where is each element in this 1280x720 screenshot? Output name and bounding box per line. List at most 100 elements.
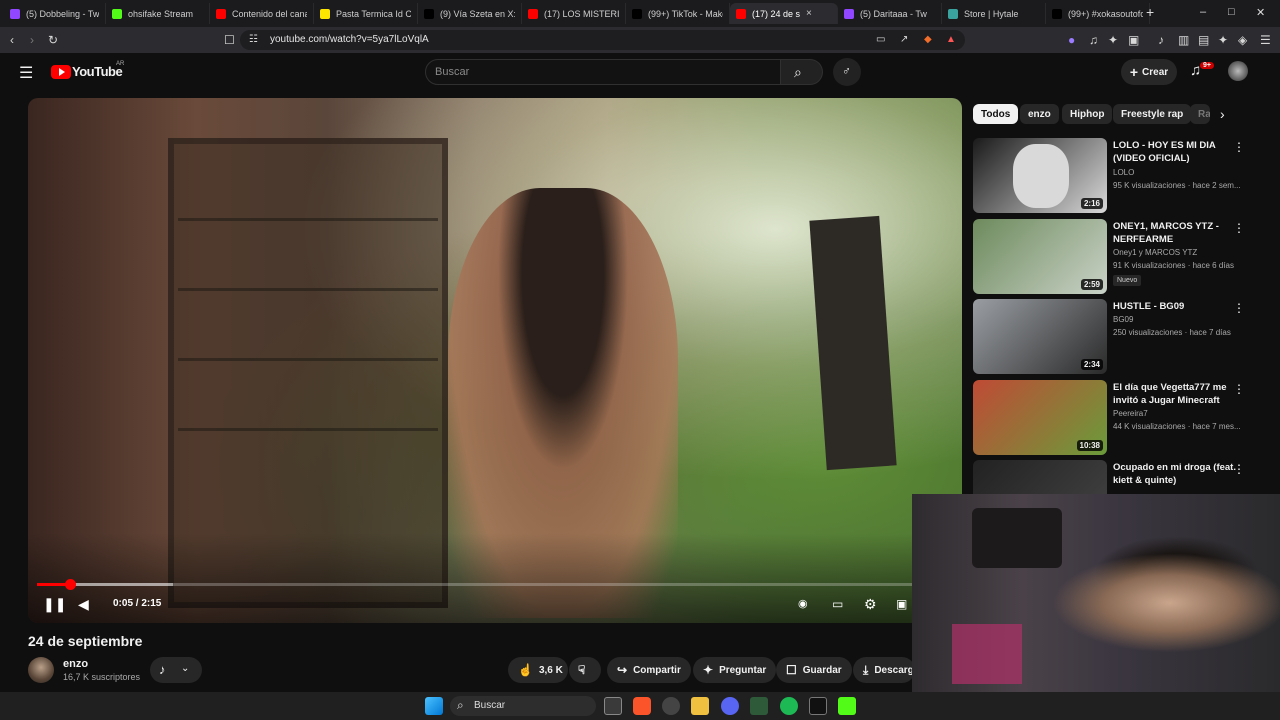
capcut-icon[interactable] <box>809 697 827 715</box>
miniplayer-icon[interactable]: ▣ <box>896 596 907 612</box>
kick-app-icon[interactable] <box>838 697 856 715</box>
browser-tab[interactable]: (17) LOS MISTERIOS <box>522 3 626 24</box>
browser-tab[interactable]: Store | Hytale <box>942 3 1046 24</box>
puzzle-extensions-icon[interactable]: ✦ <box>1108 32 1118 48</box>
browser-tab[interactable]: (9) Vía Szeta en X: <box>418 3 522 24</box>
browser-tab[interactable]: Contenido del canal <box>210 3 314 24</box>
list-item[interactable]: Ocupado en mi droga (feat. kiett & quint… <box>973 460 1263 494</box>
recommendation-title[interactable]: LOLO - HOY ES MI DIA (VIDEO OFICIAL) <box>1113 139 1241 165</box>
recommendation-title[interactable]: El día que Vegetta777 me invitó a Jugar … <box>1113 381 1241 407</box>
vpn-icon[interactable]: ◈ <box>1238 32 1247 48</box>
recommendation-channel[interactable]: LOLO <box>1113 168 1134 177</box>
maximize-icon[interactable]: □ <box>1228 6 1235 18</box>
more-options-icon[interactable]: ⋮ <box>1233 221 1245 235</box>
browser-tab[interactable]: (17) 24 de s × <box>730 3 838 24</box>
sidebar-icon[interactable]: ▥ <box>1178 32 1189 48</box>
reload-icon[interactable]: ↻ <box>48 32 58 48</box>
settings-gear-icon[interactable]: ⚙ <box>864 596 877 612</box>
download-button[interactable]: ⤓ Descarg <box>853 657 915 683</box>
leo-ai-icon[interactable]: ● <box>1068 32 1075 48</box>
extension-icon[interactable]: ♫ <box>1089 32 1098 48</box>
ask-button[interactable]: ✦ Preguntar <box>693 657 777 683</box>
spotify-icon[interactable] <box>780 697 798 715</box>
chip-todos[interactable]: Todos <box>973 104 1019 124</box>
list-item[interactable]: 2:16 LOLO - HOY ES MI DIA (VIDEO OFICIAL… <box>973 138 1263 213</box>
chip-freestyle-rap[interactable]: Freestyle rap <box>1113 104 1192 124</box>
close-tab-icon[interactable]: × <box>806 8 812 19</box>
video-thumbnail[interactable] <box>973 460 1107 494</box>
file-explorer-icon[interactable] <box>691 697 709 715</box>
bookmark-icon[interactable]: ☐ <box>224 32 235 48</box>
ai-icon[interactable]: ✦ <box>1218 32 1228 48</box>
media-icon[interactable]: ♪ <box>1158 32 1164 48</box>
video-thumbnail[interactable]: 2:16 <box>973 138 1107 213</box>
chip-enzo[interactable]: enzo <box>1020 104 1059 124</box>
list-item[interactable]: 2:59 ONEY1, MARCOS YTZ - NERFEARME Oney1… <box>973 219 1263 294</box>
search-input[interactable]: Buscar <box>425 59 781 85</box>
channel-name[interactable]: enzo <box>63 658 88 670</box>
like-button[interactable]: ☝ 3,6 K <box>508 657 568 683</box>
more-options-icon[interactable]: ⋮ <box>1233 382 1245 396</box>
recommendation-title[interactable]: HUSTLE - BG09 <box>1113 300 1241 313</box>
taskbar-search-box[interactable]: ⌕ Buscar <box>450 696 596 716</box>
subtitles-icon[interactable]: ▭ <box>832 596 843 612</box>
channel-avatar[interactable] <box>28 657 54 683</box>
voice-search-button[interactable]: ♂ <box>833 58 861 86</box>
minimize-icon[interactable]: – <box>1200 6 1206 18</box>
recommendation-channel[interactable]: Peereira7 <box>1113 409 1148 418</box>
list-item[interactable]: 10:38 El día que Vegetta777 me invitó a … <box>973 380 1263 455</box>
cast-icon[interactable]: ▭ <box>876 32 885 48</box>
discord-icon[interactable] <box>721 697 739 715</box>
menu-icon[interactable]: ☰ <box>1260 32 1271 48</box>
brave-rewards-icon[interactable]: ▲ <box>946 32 956 48</box>
obs-icon[interactable] <box>662 697 680 715</box>
pause-icon[interactable]: ❚❚ <box>43 596 66 612</box>
new-tab-button[interactable]: + <box>1146 4 1154 20</box>
volume-icon[interactable]: ◀ <box>78 596 89 612</box>
recommendation-title[interactable]: ONEY1, MARCOS YTZ - NERFEARME <box>1113 220 1241 246</box>
list-item[interactable]: 2:34 HUSTLE - BG09 BG09 250 visualizacio… <box>973 299 1263 374</box>
share-page-icon[interactable]: ↗ <box>900 32 908 48</box>
share-button[interactable]: ↪ Compartir <box>607 657 691 683</box>
more-options-icon[interactable]: ⋮ <box>1233 301 1245 315</box>
tab-search-icon[interactable]: ▤ <box>1198 32 1209 48</box>
recommendation-title[interactable]: Ocupado en mi droga (feat. kiett & quint… <box>1113 461 1241 487</box>
account-avatar[interactable] <box>1228 61 1248 81</box>
browser-tab[interactable]: (5) Dobbeling - Twi <box>4 3 106 24</box>
browser-tab[interactable]: Pasta Termica Id Co <box>314 3 418 24</box>
create-button[interactable]: + Crear <box>1121 59 1177 85</box>
save-button[interactable]: ☐ Guardar <box>776 657 852 683</box>
autoplay-toggle-icon[interactable]: ◉ <box>798 596 808 612</box>
chip-hiphop[interactable]: Hiphop <box>1062 104 1113 124</box>
hamburger-menu-icon[interactable]: ☰ <box>19 63 33 83</box>
more-options-icon[interactable]: ⋮ <box>1233 140 1245 154</box>
chevron-right-icon[interactable]: › <box>1220 106 1225 122</box>
browser-tab[interactable]: ohsifake Stream <box>106 3 210 24</box>
browser-tab[interactable]: (5) Daritaaa - Tw <box>838 3 942 24</box>
chip-ra[interactable]: Ra <box>1190 104 1210 124</box>
youtube-logo-icon[interactable] <box>51 65 71 79</box>
more-options-icon[interactable]: ⋮ <box>1233 462 1245 476</box>
youtube-logo-text[interactable]: YouTube <box>72 64 123 79</box>
close-window-icon[interactable]: ✕ <box>1256 6 1265 19</box>
task-view-icon[interactable] <box>604 697 622 715</box>
windows-start-icon[interactable] <box>425 697 443 715</box>
video-thumbnail[interactable]: 10:38 <box>973 380 1107 455</box>
search-button[interactable]: ⌕ <box>781 59 823 85</box>
dislike-button[interactable]: ☟ <box>569 657 601 683</box>
forward-icon[interactable]: › <box>30 32 34 48</box>
browser-tab[interactable]: (99+) #xokasoutofc <box>1046 3 1150 24</box>
video-thumbnail[interactable]: 2:34 <box>973 299 1107 374</box>
site-info-icon[interactable]: ☷ <box>249 32 258 48</box>
video-thumbnail[interactable]: 2:59 <box>973 219 1107 294</box>
back-icon[interactable]: ‹ <box>10 32 14 48</box>
recommendation-channel[interactable]: BG09 <box>1113 315 1133 324</box>
minecraft-launcher-icon[interactable] <box>750 697 768 715</box>
brave-shield-icon[interactable]: ◆ <box>924 32 932 48</box>
browser-tab[interactable]: (99+) TikTok - Make <box>626 3 730 24</box>
subscription-bell-button[interactable]: ♪ ⌄ <box>150 657 202 683</box>
wallet-icon[interactable]: ▣ <box>1128 32 1139 48</box>
recommendation-channel[interactable]: Oney1 y MARCOS YTZ <box>1113 248 1197 257</box>
brave-browser-icon[interactable] <box>633 697 651 715</box>
video-player[interactable]: ❚❚ ◀ 0:05 / 2:15 ◉ ▭ ⚙ ▣ <box>28 98 962 623</box>
